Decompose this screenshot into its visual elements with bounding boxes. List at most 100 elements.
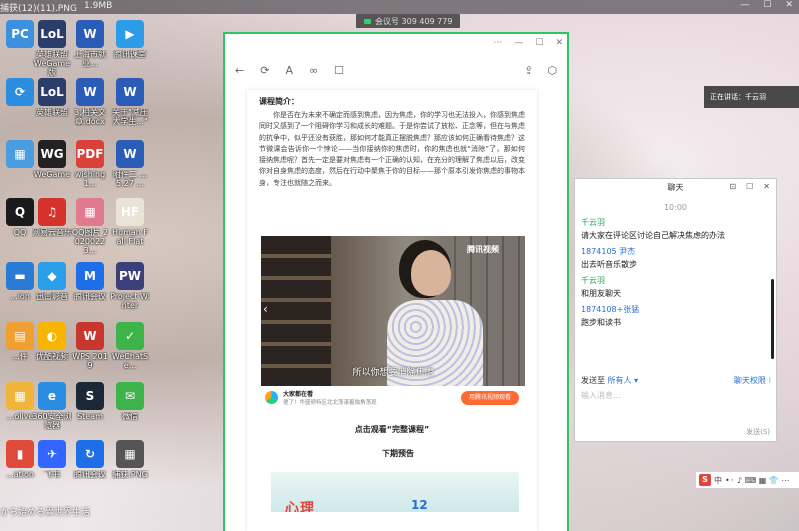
app-icon: WG [38,140,66,168]
sogou-icon[interactable]: S [699,474,711,486]
video-bookshelf [261,236,331,386]
meeting-id-badge[interactable]: 会议号 309 409 779 [356,14,461,28]
desktop-icon[interactable]: ✈ 飞书 [32,440,72,479]
share-icon[interactable]: ⇪ [524,64,533,77]
app-icon: W [76,322,104,350]
banner-text-left: 心理 [285,501,315,512]
tencent-video-icon [265,391,278,404]
browser-window: ⋯ — ☐ ✕ ← ⟳ A ∞ ☐ ⇪ ⬡ 课程简介： 你是否在为未来不确定而感… [223,32,569,531]
tab-icon[interactable]: ☐ [334,64,344,77]
close-icon[interactable]: ✕ [785,0,793,10]
app-icon: W [76,78,104,106]
box-icon[interactable]: ⬡ [547,64,557,77]
desktop-icon-label: Steam [77,412,103,421]
desktop-icon[interactable]: LoL 英雄联盟 WeGame版 [32,20,72,77]
chat-text: 跑步和读书 [581,318,621,327]
chat-sender[interactable]: 1874105 尹杰 [581,246,769,258]
app-icon: ✓ [116,322,144,350]
desktop-icon[interactable]: PDF wishing1... [70,140,110,188]
app-icon: ✈ [38,440,66,468]
chat-permission-button[interactable]: 聊天权限 ⁝ [734,375,771,386]
desktop-icon[interactable]: W 3.相关文章.docx [70,78,110,126]
desktop-icon-label: 附件二 ... 5.27 ... [112,170,148,188]
desktop-icon[interactable]: W 上海市就业... [70,20,110,68]
app-icon: W [116,140,144,168]
chat-input[interactable]: 输入消息... [581,390,621,401]
chat-text: 和朋友聊天 [581,289,621,298]
photo-viewer-titlebar: 捕获(12)(11).PNG 1.9MB — ☐ ✕ [0,0,799,14]
desktop-icon[interactable]: W 关于"减压大学生..." [110,78,150,126]
desktop-icon[interactable]: ▶ 腾讯课堂 [110,20,150,59]
prev-arrow-icon[interactable]: ‹ [263,302,268,316]
chat-sender[interactable]: 千云羽 [581,217,769,229]
chat-sender[interactable]: 1874108+张猛 [581,304,769,316]
chat-scrollbar[interactable] [771,279,774,359]
app-icon: PC [6,20,34,48]
app-icon: W [116,78,144,106]
chat-message: 1874105 尹杰 出去听音乐散步 [581,246,769,271]
font-size-icon[interactable]: A [285,64,293,77]
desktop-icon[interactable]: W 附件二 ... 5.27 ... [110,140,150,188]
desktop-icon[interactable]: PW Project Winter [110,262,150,310]
browser-window-controls: ⋯ — ☐ ✕ [493,38,563,48]
desktop-icon[interactable]: LoL 英雄联盟 [32,78,72,117]
minimize-icon[interactable]: — [740,0,749,10]
send-to-dropdown[interactable]: 所有人 ▾ [608,376,639,385]
desktop-icon-label: 3.相关文章.docx [74,108,106,126]
desktop-icon-label: 关于"减压大学生..." [112,108,148,126]
close-icon[interactable]: ✕ [555,38,563,48]
maximize-icon[interactable]: ☐ [746,182,753,191]
desktop-icon[interactable]: e 360安全浏览器 [32,382,72,430]
desktop-icon[interactable]: ↻ 腾讯会议 [70,440,110,479]
desktop-icon[interactable]: M 腾讯会议 [70,262,110,301]
desktop-icon[interactable]: HF Human Fall Flat [110,198,150,246]
desktop-icon[interactable]: ▦ 捕获.PNG [110,440,150,479]
app-icon: ▦ [6,140,34,168]
desktop-icon[interactable]: W WPS 2019 [70,322,110,370]
send-to-label: 发送至 [581,376,605,385]
refresh-icon[interactable]: ⟳ [260,64,269,77]
desktop-icon[interactable]: ◆ 迅雷影音 [32,262,72,301]
desktop-icon-label: Project Winter [110,292,150,310]
article-card: 课程简介： 你是否在为未来不确定而感到焦虑，因为焦虑，你的学习也无法投入，你感到… [247,90,537,531]
more-icon[interactable]: ⋯ [493,38,502,48]
open-in-app-button[interactable]: 用腾讯视频观看 [460,391,519,405]
link-icon[interactable]: ∞ [309,64,318,77]
desktop-icon-label: Human Fall Flat [112,228,148,246]
app-icon: ↻ [76,440,104,468]
minimize-icon[interactable]: — [514,38,523,48]
watch-full-course-link[interactable]: 点击观看“完整课程” [247,424,537,435]
desktop-icon-label: 英雄联盟 [36,108,68,117]
desktop-icon[interactable]: ✉ 微信 [110,382,150,421]
desktop-icon[interactable]: ◐ 优酷视频 [32,322,72,361]
course-intro-heading: 课程简介： [259,97,299,106]
desktop-icon[interactable]: ▦ QQ图片 20200223... [70,198,110,255]
send-button[interactable]: 发送(S) [746,427,770,437]
desktop-icon[interactable]: S Steam [70,382,110,421]
back-icon[interactable]: ← [235,64,244,77]
desktop-icon-label: 腾讯会议 [74,470,106,479]
maximize-icon[interactable]: ☐ [535,38,543,48]
ime-mode-label[interactable]: 中 [714,475,722,486]
desktop-icon[interactable]: WG WeGame [32,140,72,179]
popout-icon[interactable]: ⊡ [729,182,736,191]
desktop-icon-label: 网易云音乐 [32,228,72,237]
ime-toolbar: S 中 •◦ ♪ ⌨ ▦ 👕 ⋯ [696,472,799,488]
video-player[interactable]: 腾讯视频 ‹ 所以你想要消除焦虑 [261,236,525,386]
desktop-icon-label: 腾讯会议 [74,292,106,301]
close-icon[interactable]: ✕ [763,182,770,191]
browser-toolbar: ← ⟳ A ∞ ☐ ⇪ ⬡ [235,60,557,80]
app-icon: ⟳ [6,78,34,106]
desktop-icon-label: WPS 2019 [72,352,108,370]
app-icon: ▦ [116,440,144,468]
maximize-icon[interactable]: ☐ [763,0,771,10]
app-icon: ▶ [116,20,144,48]
desktop-icon[interactable]: ♫ 网易云音乐 [32,198,72,237]
app-icon: ▦ [76,198,104,226]
chat-sender[interactable]: 千云羽 [581,275,769,287]
app-icon: ✉ [116,382,144,410]
desktop-icon[interactable]: ✓ WeChatSe... [110,322,150,370]
app-icon: M [76,262,104,290]
desktop-icon-label: 微信 [122,412,138,421]
ime-tools-icons[interactable]: •◦ ♪ ⌨ ▦ 👕 ⋯ [725,476,789,485]
